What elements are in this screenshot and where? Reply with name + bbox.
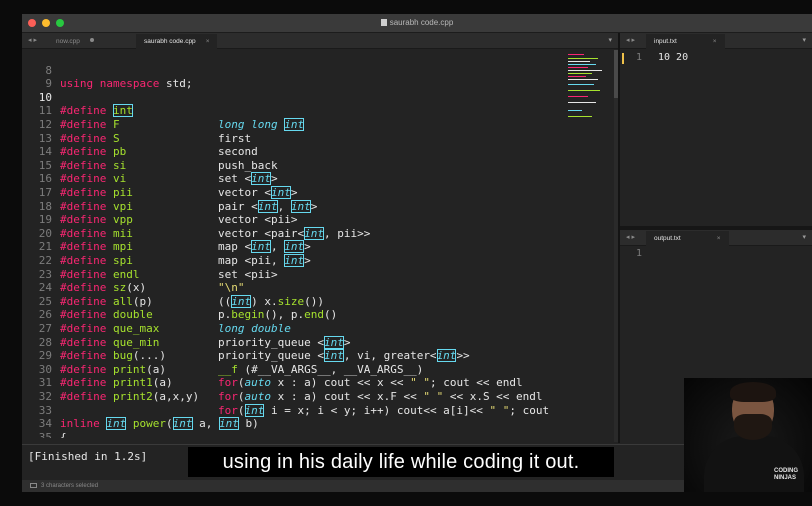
code-line: 25 #define double long double bbox=[38, 294, 291, 335]
code-line: 36 while (b) bbox=[22, 431, 62, 438]
code-line: 35 int x = 1; bbox=[22, 417, 62, 438]
code-line: 13 #define pb push_back bbox=[38, 131, 278, 172]
tab-menu-chevron-icon[interactable]: ▾ bbox=[802, 36, 806, 44]
subtitle-text: using in his daily life while coding it … bbox=[222, 451, 580, 473]
close-tab-icon[interactable]: × bbox=[717, 235, 721, 242]
panel-toggle-icon[interactable] bbox=[30, 483, 37, 488]
tab-saurabh-code-cpp[interactable]: saurabh code.cpp × bbox=[136, 34, 218, 49]
code-line: 23 #define sz(x) ((int) x.size()) bbox=[38, 267, 324, 308]
code-line: 12 #define S second bbox=[38, 117, 258, 159]
code-line: 19 #define mii map <int, int> bbox=[38, 213, 311, 254]
code-line: 10 #define int long long int bbox=[38, 90, 305, 131]
tab-menu-chevron-icon[interactable]: ▾ bbox=[608, 36, 612, 44]
presenter-body bbox=[704, 436, 804, 492]
code-line: 24 #define all(p) p.begin(), p.end() bbox=[38, 281, 338, 322]
code-line: 28 #define bug(...) __f (#__VA_ARGS__, _… bbox=[38, 335, 424, 376]
close-tab-icon[interactable]: × bbox=[206, 38, 210, 45]
output-tab-bar: ◂ ▸ output.txt × ▾ bbox=[620, 230, 812, 246]
code-line: 30 #define print1(a) for(auto x : a) cou… bbox=[38, 362, 543, 403]
subtitle-box: using in his daily life while coding it … bbox=[188, 447, 614, 477]
brand-logo: CODING NINJAS bbox=[774, 468, 798, 481]
presenter-beard bbox=[734, 414, 772, 440]
code-line: 9 bbox=[45, 77, 52, 91]
code-line: 27 #define que_min priority_queue <int, … bbox=[38, 321, 470, 363]
code-line: 11 #define F first bbox=[38, 104, 252, 145]
code-line: 21 #define spi set <pii> bbox=[38, 240, 278, 281]
tab-menu-chevron-icon[interactable]: ▾ bbox=[802, 233, 806, 241]
code-line: 16 #define pii pair <int, int> bbox=[38, 172, 318, 213]
minimap[interactable] bbox=[568, 50, 614, 130]
code-line: 31 #define print2(a,x,y) for(int i = x; … bbox=[38, 376, 550, 417]
code-line: 15 #define vi vector <int> bbox=[38, 158, 298, 199]
code-line: 14 #define si set <int> bbox=[38, 145, 278, 186]
code-editor[interactable]: 8 using namespace std; 9 10 #define int … bbox=[22, 50, 618, 438]
build-status: [Finished in 1.2s] bbox=[28, 450, 148, 463]
code-line: 20 #define mpi map <pii, int> bbox=[38, 226, 311, 267]
tab-input-txt[interactable]: input.txt × bbox=[646, 34, 725, 49]
tab-output-txt[interactable]: output.txt × bbox=[646, 231, 729, 246]
code-line: 32 bbox=[38, 389, 52, 403]
left-tab-bar: ◂ ▸ now.cpp saurabh code.cpp × ▾ bbox=[22, 33, 618, 49]
code-line: 33 inline int power(int a, int b) bbox=[38, 403, 259, 431]
tab-nav-arrows-icon[interactable]: ◂ ▸ bbox=[28, 36, 37, 44]
code-line: 29 #define print(a) for(auto x : a) cout… bbox=[38, 349, 523, 390]
webcam-overlay: CODING NINJAS bbox=[684, 378, 812, 492]
file-icon bbox=[380, 19, 387, 26]
presenter-hair bbox=[730, 382, 776, 402]
selection-status: 3 characters selected bbox=[41, 483, 99, 489]
input-pane[interactable]: 1 10 20 bbox=[620, 50, 812, 226]
code-line: 34 { bbox=[38, 417, 67, 438]
code-line: 17 #define vpi vector <pii> bbox=[38, 185, 298, 227]
title-bar: saurabh code.cpp bbox=[22, 14, 812, 33]
code-line: 18 #define vpp vector <pair<int, pii>> bbox=[38, 199, 371, 240]
close-tab-icon[interactable]: × bbox=[713, 38, 717, 45]
tab-nav-arrows-icon[interactable]: ◂ ▸ bbox=[626, 233, 635, 241]
code-line: 8 using namespace std; bbox=[45, 63, 193, 91]
tab-now-cpp[interactable]: now.cpp bbox=[48, 34, 102, 49]
code-line: 22 #define endl "\n" bbox=[38, 253, 245, 295]
right-tab-bar: ◂ ▸ input.txt × ▾ bbox=[620, 33, 812, 49]
window-title: saurabh code.cpp bbox=[22, 18, 812, 27]
unsaved-dot-icon bbox=[89, 38, 94, 42]
tab-nav-arrows-icon[interactable]: ◂ ▸ bbox=[626, 36, 635, 44]
code-line: 26 #define que_max priority_queue <int> bbox=[38, 308, 351, 349]
